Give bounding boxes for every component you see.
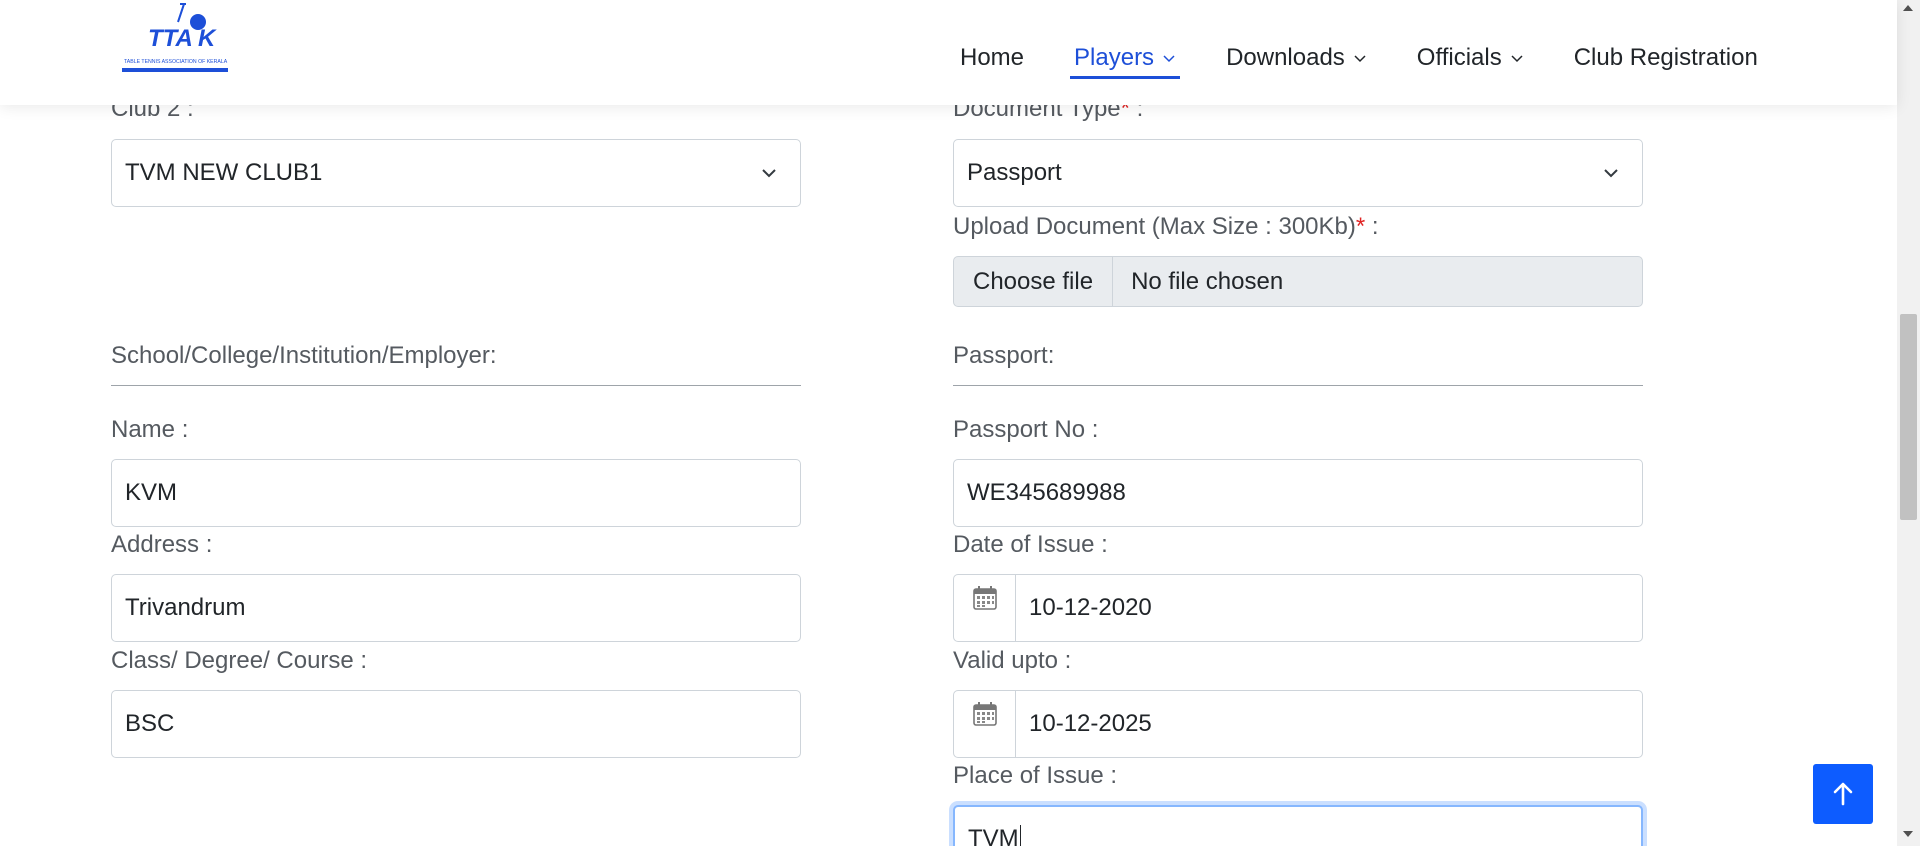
file-status: No file chosen (1131, 267, 1284, 295)
doc-type-value: Passport (967, 159, 1062, 186)
nav-officials[interactable]: Officials (1417, 38, 1524, 78)
required-mark: * (1355, 213, 1366, 240)
scroll-to-top-button[interactable] (1813, 764, 1873, 824)
nav-players[interactable]: Players (1070, 38, 1181, 79)
arrow-up-icon (1833, 782, 1853, 806)
school-section-title: School/College/Institution/Employer: (111, 342, 497, 369)
chevron-down-icon (1604, 169, 1618, 178)
date-issue-input[interactable]: 10-12-2020 (953, 574, 1643, 642)
name-input[interactable]: KVM (111, 459, 801, 527)
section-divider (953, 385, 1643, 386)
passport-section-title: Passport: (953, 342, 1055, 369)
ttak-logo[interactable]: TTA K TABLE TENNIS ASSOCIATION OF KERALA (120, 0, 230, 78)
nav-players-label: Players (1074, 44, 1155, 71)
address-input[interactable]: Trivandrum (111, 574, 801, 642)
course-label: Class/ Degree/ Course : (111, 647, 368, 674)
scroll-down-arrow-icon[interactable] (1903, 831, 1913, 837)
nav-club-registration-label: Club Registration (1573, 44, 1758, 71)
upload-label-suffix: : (1365, 213, 1379, 240)
upload-file-input[interactable]: Choose file No file chosen (953, 256, 1643, 307)
chevron-down-icon (1354, 55, 1366, 63)
chevron-down-icon (1163, 55, 1175, 63)
valid-upto-value: 10-12-2025 (1029, 710, 1152, 737)
scroll-up-arrow-icon[interactable] (1903, 5, 1913, 11)
place-issue-value: TVM (968, 825, 1019, 846)
doc-type-select[interactable]: Passport (953, 139, 1643, 207)
chevron-down-icon (762, 169, 776, 178)
text-caret (1019, 825, 1021, 846)
upload-label-text: Upload Document (Max Size : 300Kb) (953, 213, 1356, 240)
name-value: KVM (125, 479, 178, 506)
nav-club-registration[interactable]: Club Registration (1574, 38, 1758, 78)
nav-home[interactable]: Home (960, 38, 1024, 78)
logo-subtitle: TABLE TENNIS ASSOCIATION OF KERALA (124, 59, 228, 65)
scrollbar-thumb[interactable] (1900, 314, 1917, 520)
main-nav: Home Players Downloads Officials Club Re… (960, 38, 1758, 79)
chevron-down-icon (1511, 55, 1523, 63)
calendar-icon[interactable] (954, 691, 1016, 757)
choose-file-button[interactable]: Choose file (954, 257, 1114, 306)
course-input[interactable]: BSC (111, 690, 801, 758)
course-value: BSC (125, 710, 175, 737)
nav-officials-label: Officials (1416, 44, 1502, 71)
calendar-icon[interactable] (954, 575, 1016, 641)
date-issue-value: 10-12-2020 (1029, 594, 1152, 621)
nav-home-label: Home (960, 44, 1025, 71)
nav-downloads-label: Downloads (1226, 44, 1345, 71)
section-divider (111, 385, 801, 386)
nav-downloads[interactable]: Downloads (1226, 38, 1367, 78)
svg-text:TTA: TTA (148, 25, 193, 52)
club2-value: TVM NEW CLUB1 (125, 159, 323, 186)
address-label: Address : (111, 531, 213, 558)
passport-no-input[interactable]: WE345689988 (953, 459, 1643, 527)
club2-select[interactable]: TVM NEW CLUB1 (111, 139, 801, 207)
valid-upto-label: Valid upto : (953, 647, 1072, 674)
passport-no-value: WE345689988 (967, 479, 1126, 506)
upload-label: Upload Document (Max Size : 300Kb)* : (953, 213, 1379, 241)
name-label: Name : (111, 416, 189, 443)
svg-text:K: K (198, 25, 217, 52)
valid-upto-input[interactable]: 10-12-2025 (953, 690, 1643, 758)
place-issue-input[interactable]: TVM (953, 805, 1643, 846)
site-header: TTA K TABLE TENNIS ASSOCIATION OF KERALA… (0, 0, 1897, 105)
address-value: Trivandrum (125, 594, 246, 621)
passport-no-label: Passport No : (953, 416, 1099, 443)
place-issue-label: Place of Issue : (953, 762, 1118, 789)
date-issue-label: Date of Issue : (953, 531, 1108, 558)
